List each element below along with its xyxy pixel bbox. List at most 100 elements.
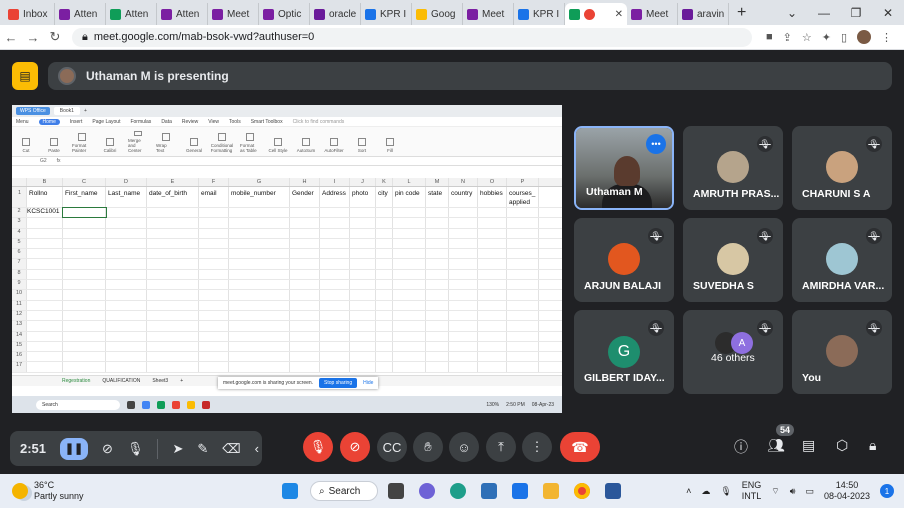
weather-widget[interactable]: 36°C Partly sunny: [12, 480, 84, 502]
sheet-cell[interactable]: [478, 310, 507, 321]
browser-tab[interactable]: Atten: [55, 3, 106, 25]
sheet-cell[interactable]: [27, 249, 63, 259]
tab-close-icon[interactable]: ✕: [615, 9, 623, 20]
sheet-cell[interactable]: [426, 362, 449, 372]
participant-tile[interactable]: 🎙︎ SUVEDHA S: [683, 218, 783, 302]
sheet-cell[interactable]: [147, 238, 199, 249]
sheet-cell[interactable]: [376, 352, 393, 362]
sheet-cell[interactable]: email: [199, 187, 229, 207]
add-sheet-icon[interactable]: +: [180, 378, 183, 384]
sheet-cell[interactable]: [229, 259, 290, 269]
row-number[interactable]: 9: [12, 280, 27, 290]
sheet-cell[interactable]: [507, 362, 539, 372]
column-letter[interactable]: J: [350, 178, 376, 186]
sheet-cell[interactable]: [290, 310, 320, 321]
sheet-cell[interactable]: [147, 290, 199, 300]
url-field[interactable]: 🔒︎ meet.google.com/mab-bsok-vwd?authuser…: [72, 27, 752, 47]
sheet-cell[interactable]: [426, 208, 449, 218]
sheet-cell[interactable]: [63, 300, 106, 310]
sheet-cell[interactable]: [478, 331, 507, 341]
extensions-icon[interactable]: ✦: [822, 31, 831, 44]
ribbon-item[interactable]: Merge and Center: [128, 130, 148, 153]
sheet-cell[interactable]: [350, 290, 376, 300]
sheet-cell[interactable]: [106, 352, 147, 362]
sheet-cell[interactable]: [199, 352, 229, 362]
sheet-cell[interactable]: [426, 228, 449, 238]
sheet-cell[interactable]: [199, 228, 229, 238]
sheet-cell[interactable]: [393, 290, 426, 300]
sheet-cell[interactable]: [229, 238, 290, 249]
sheet-cell[interactable]: [376, 362, 393, 372]
sheet-cell[interactable]: [27, 310, 63, 321]
sheet-cell[interactable]: [290, 249, 320, 259]
sheet-cell[interactable]: [106, 280, 147, 290]
sheet-cell[interactable]: [63, 280, 106, 290]
sheet-cell[interactable]: [449, 228, 478, 238]
sheet-cell[interactable]: [290, 300, 320, 310]
forward-button[interactable]: →: [22, 30, 44, 45]
sheet-cell[interactable]: [449, 269, 478, 280]
sheet-cell[interactable]: [350, 321, 376, 331]
sheet-cell[interactable]: [426, 300, 449, 310]
sheet-cell[interactable]: [63, 290, 106, 300]
sheet-cell[interactable]: [393, 331, 426, 341]
sheet-cell[interactable]: [426, 341, 449, 352]
row-number[interactable]: 13: [12, 321, 27, 331]
sheet-cell[interactable]: [106, 208, 147, 218]
sheet-cell[interactable]: [350, 310, 376, 321]
browser-tab[interactable]: KPR I: [514, 3, 565, 25]
browser-tab[interactable]: Atten: [106, 3, 157, 25]
sheet-cell[interactable]: [199, 341, 229, 352]
row-number[interactable]: 14: [12, 331, 27, 341]
sheet-cell[interactable]: [106, 228, 147, 238]
row-number[interactable]: 12: [12, 310, 27, 321]
sheet-cell[interactable]: [199, 218, 229, 228]
mic-muted-button[interactable]: 🎙︎: [303, 432, 333, 462]
sheet-cell[interactable]: [376, 290, 393, 300]
sheet-cell[interactable]: [63, 249, 106, 259]
sheet-cell[interactable]: [507, 280, 539, 290]
sheet-cell[interactable]: [393, 352, 426, 362]
sheet-cell[interactable]: [478, 238, 507, 249]
sheet-cell[interactable]: [449, 321, 478, 331]
pointer-icon[interactable]: ➤: [172, 441, 183, 457]
sheet-cell[interactable]: [147, 280, 199, 290]
sheet-cell[interactable]: [350, 331, 376, 341]
participant-tile[interactable]: 🎙︎ AMRUTH PRAS...: [683, 126, 783, 210]
sheet-cell[interactable]: courses_ applied: [507, 187, 539, 207]
sheet-cell[interactable]: [426, 321, 449, 331]
sheet-cell[interactable]: [199, 249, 229, 259]
browser-tab[interactable]: ✕: [565, 3, 627, 25]
sheet-cell[interactable]: [106, 331, 147, 341]
battery-icon[interactable]: ▭: [805, 486, 814, 497]
workbook-tab[interactable]: Book1: [53, 107, 80, 115]
participant-tile[interactable]: 🎙︎ G GILBERT IDAY...: [574, 310, 674, 394]
sheet-cell[interactable]: [27, 362, 63, 372]
row-number[interactable]: 17: [12, 362, 27, 372]
sheet-cell[interactable]: [320, 362, 350, 372]
sheet-cell[interactable]: [320, 259, 350, 269]
sheet-cell[interactable]: [507, 249, 539, 259]
browser-tab[interactable]: Optic: [259, 3, 310, 25]
sheet-cell[interactable]: [376, 208, 393, 218]
sheet-cell[interactable]: KCSC1001: [27, 208, 63, 218]
ribbon-item[interactable]: Fill: [380, 131, 400, 153]
sheet-cell[interactable]: [27, 321, 63, 331]
row-number[interactable]: 7: [12, 259, 27, 269]
sheet-cell[interactable]: [106, 249, 147, 259]
row-number[interactable]: 4: [12, 228, 27, 238]
sheet-cell[interactable]: [229, 300, 290, 310]
sheet-cell[interactable]: [393, 259, 426, 269]
sheet-cell[interactable]: [199, 290, 229, 300]
column-letter[interactable]: M: [426, 178, 449, 186]
ribbon-item[interactable]: Cut: [16, 131, 36, 153]
sheet-cell[interactable]: [199, 300, 229, 310]
column-letter[interactable]: L: [393, 178, 426, 186]
sheet-cell[interactable]: [229, 290, 290, 300]
sheet-cell[interactable]: [426, 280, 449, 290]
sheet-cell[interactable]: [320, 218, 350, 228]
sheet-cell[interactable]: Gender: [290, 187, 320, 207]
sheet-cell[interactable]: [478, 352, 507, 362]
sheet-cell[interactable]: [350, 352, 376, 362]
sheet-cell[interactable]: [199, 208, 229, 218]
